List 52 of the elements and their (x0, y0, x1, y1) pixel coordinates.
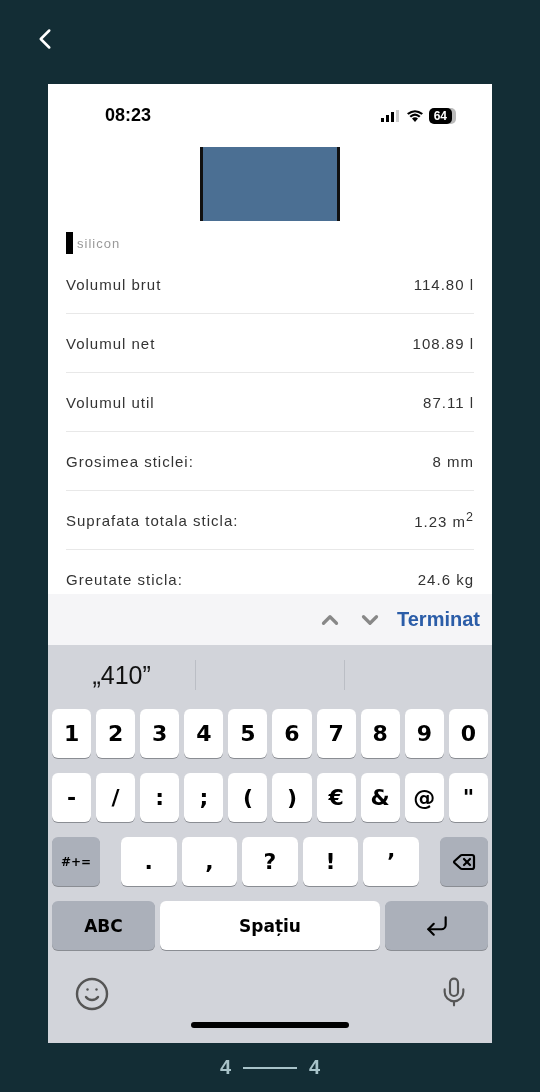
row-label: Greutate sticla: (66, 570, 183, 588)
abc-key[interactable]: ABC (52, 901, 155, 950)
row-label: Volumul brut (66, 275, 162, 293)
key[interactable]: " (448, 773, 488, 822)
row-value: 24.6 kg (417, 570, 474, 588)
key[interactable]: ’ (363, 837, 419, 886)
page-current: 4 (219, 1056, 231, 1079)
key[interactable]: 8 (360, 709, 400, 758)
status-time: 08:23 (105, 105, 152, 126)
key[interactable]: 9 (404, 709, 444, 758)
signal-icon (380, 109, 401, 122)
emoji-icon[interactable] (74, 976, 110, 1012)
key[interactable]: , (181, 837, 238, 886)
row-value: 8 mm (432, 452, 474, 470)
key[interactable]: ) (272, 773, 312, 822)
key[interactable]: : (140, 773, 180, 822)
row-value: 114.80 l (413, 275, 474, 293)
key[interactable]: & (360, 773, 400, 822)
row-value: 108.89 l (412, 334, 474, 352)
row-value: 87.11 l (423, 393, 474, 411)
row-label: Volumul net (66, 334, 156, 352)
key[interactable]: / (96, 773, 136, 822)
key[interactable]: € (316, 773, 356, 822)
row-value: 1.23 m$^{2}$ (414, 510, 474, 530)
key[interactable]: 2 (96, 709, 136, 758)
row-label: Suprafata totala sticla: (66, 511, 239, 529)
row-label: Grosimea sticlei: (66, 452, 194, 470)
key[interactable]: ; (184, 773, 224, 822)
symbols-key[interactable]: #+= (52, 837, 100, 886)
key[interactable]: 7 (316, 709, 356, 758)
key[interactable]: 6 (272, 709, 312, 758)
done-button[interactable]: Terminat (397, 608, 480, 631)
backspace-key[interactable] (439, 837, 488, 886)
key[interactable]: 0 (448, 709, 488, 758)
key[interactable]: . (121, 837, 177, 886)
space-key[interactable]: Spațiu (160, 901, 380, 950)
product-label: silicon (77, 235, 121, 251)
key[interactable]: ? (242, 837, 298, 886)
label-marker (66, 232, 73, 254)
key[interactable]: - (52, 773, 92, 822)
suggestion[interactable]: „410” (92, 660, 151, 690)
return-key[interactable] (385, 901, 488, 950)
key[interactable]: @ (404, 773, 444, 822)
row-label: Volumul util (66, 393, 155, 411)
key[interactable]: 3 (140, 709, 180, 758)
key[interactable]: ! (302, 837, 359, 886)
key[interactable]: 1 (52, 709, 92, 758)
wifi-icon (406, 109, 423, 122)
key[interactable]: ( (228, 773, 268, 822)
key[interactable]: 4 (184, 709, 224, 758)
page-total: 4 (309, 1056, 321, 1079)
key[interactable]: 5 (228, 709, 268, 758)
